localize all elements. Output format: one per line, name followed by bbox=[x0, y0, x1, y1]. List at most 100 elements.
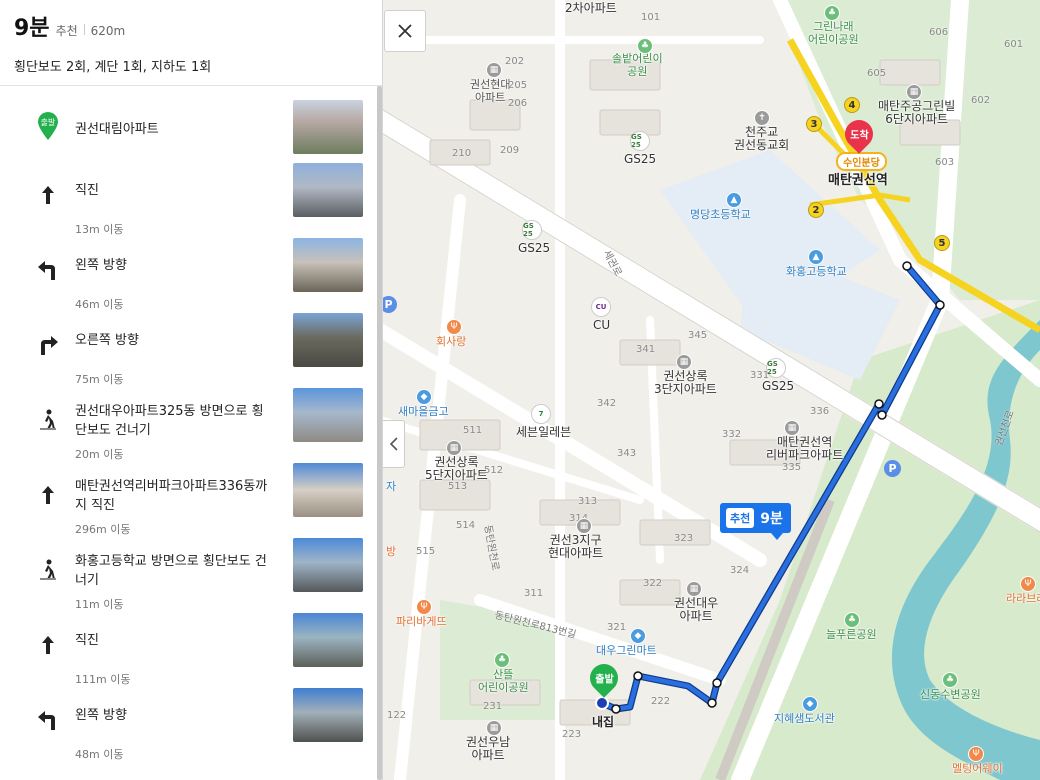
cu-store-icon[interactable]: CU bbox=[591, 297, 611, 317]
scrollbar-thumb[interactable] bbox=[377, 86, 382, 780]
step-distance: 13m 이동 bbox=[75, 223, 124, 236]
map-label-cafe[interactable]: 멜팅어웨이 bbox=[952, 762, 1003, 775]
map-label-park[interactable]: 솔밭어린이 공원 bbox=[612, 52, 663, 78]
map-label-mart[interactable]: 대우그린마트 bbox=[596, 644, 657, 657]
street-view-thumbnail[interactable] bbox=[293, 238, 363, 292]
gs25-icon[interactable]: GS 25 bbox=[766, 358, 786, 378]
gs25-icon[interactable]: GS 25 bbox=[522, 220, 542, 240]
subway-exit-icon[interactable]: 2 bbox=[808, 202, 824, 218]
straight-arrow-icon bbox=[36, 483, 60, 507]
step-distance: 46m 이동 bbox=[75, 298, 124, 311]
apartment-icon[interactable]: ▦ bbox=[906, 84, 922, 100]
start-location-label[interactable]: 내집 bbox=[592, 716, 614, 729]
park-icon[interactable]: ♣ bbox=[637, 38, 653, 54]
map-label-store[interactable]: GS25 bbox=[624, 153, 656, 166]
map-label-apartment[interactable]: 2차아파트 bbox=[565, 2, 617, 15]
bakery-icon[interactable]: Ψ bbox=[1020, 576, 1036, 592]
park-icon[interactable]: ♣ bbox=[494, 652, 510, 668]
route-step[interactable]: 출발 권선대림아파트 bbox=[0, 94, 378, 169]
street-view-thumbnail[interactable] bbox=[293, 163, 363, 217]
route-step[interactable]: 왼쪽 방향 48m 이동 bbox=[0, 688, 378, 763]
church-icon[interactable]: ✝ bbox=[754, 110, 770, 126]
map-label-store[interactable]: GS25 bbox=[762, 380, 794, 393]
mart-icon[interactable]: ◆ bbox=[630, 628, 646, 644]
map-label-park[interactable]: 신동수변공원 bbox=[920, 688, 981, 701]
route-step[interactable]: 오른쪽 방향 75m 이동 bbox=[0, 313, 378, 388]
apartment-icon[interactable]: ▦ bbox=[486, 720, 502, 736]
map-label-restaurant[interactable]: 회사랑 bbox=[436, 335, 466, 348]
seven-eleven-icon[interactable]: 7 bbox=[531, 404, 551, 424]
route-steps-list[interactable]: 출발 권선대림아파트 직진 13m 이동 왼쪽 방향 46m 이동 오른쪽 방향… bbox=[0, 86, 378, 780]
restaurant-icon[interactable]: Ψ bbox=[446, 319, 462, 335]
map-label-station[interactable]: 매탄권선역 bbox=[828, 174, 888, 187]
park-icon[interactable]: ♣ bbox=[942, 672, 958, 688]
block-number: 311 bbox=[524, 588, 544, 599]
map-label-library[interactable]: 지혜샘도서관 bbox=[774, 712, 835, 725]
parking-icon[interactable]: P bbox=[884, 460, 901, 477]
subway-line-tag[interactable]: 수인분당 bbox=[836, 152, 887, 171]
route-step[interactable]: 화홍고등학교 방면으로 횡단보도 건너기 11m 이동 bbox=[0, 538, 378, 613]
map-label-apartment[interactable]: 매탄권선역 리버파크아파트 bbox=[766, 436, 843, 462]
map-label-apartment[interactable]: 권선현대 아파트 bbox=[470, 78, 510, 104]
map-label-church[interactable]: 천주교 권선동교회 bbox=[734, 126, 789, 152]
street-view-thumbnail[interactable] bbox=[293, 538, 363, 592]
chevron-left-icon bbox=[389, 437, 398, 451]
apartment-icon[interactable]: ▦ bbox=[446, 440, 462, 456]
apartment-icon[interactable]: ▦ bbox=[784, 420, 800, 436]
library-icon[interactable]: ◆ bbox=[802, 696, 818, 712]
route-step[interactable]: 직진 13m 이동 bbox=[0, 163, 378, 238]
map-label-park[interactable]: 산뜰 어린이공원 bbox=[478, 668, 529, 694]
map-label-apartment[interactable]: 권선3지구 현대아파트 bbox=[548, 534, 603, 560]
route-step[interactable]: 직진 111m 이동 bbox=[0, 613, 378, 688]
park-icon[interactable]: ♣ bbox=[844, 612, 860, 628]
map-label-school[interactable]: 명당초등학교 bbox=[690, 208, 751, 221]
map-label-park[interactable]: 그린나래 어린이공원 bbox=[808, 20, 859, 46]
collapse-panel-button[interactable] bbox=[383, 420, 405, 468]
park-icon[interactable]: ♣ bbox=[824, 5, 840, 21]
subway-exit-icon[interactable]: 3 bbox=[806, 116, 822, 132]
block-number: 606 bbox=[929, 27, 949, 38]
apartment-icon[interactable]: ▦ bbox=[576, 518, 592, 534]
map-label-apartment[interactable]: 권선상록 5단지아파트 bbox=[425, 456, 488, 482]
map-label-bakery[interactable]: 라라브레 bbox=[1006, 592, 1040, 605]
subway-exit-icon[interactable]: 4 bbox=[844, 97, 860, 113]
map-label-school[interactable]: 화홍고등학교 bbox=[786, 265, 847, 278]
block-number: 335 bbox=[782, 462, 802, 473]
street-view-thumbnail[interactable] bbox=[293, 463, 363, 517]
apartment-icon[interactable]: ▦ bbox=[676, 354, 692, 370]
bakery-icon[interactable]: Ψ bbox=[416, 599, 432, 615]
route-distance: 620m bbox=[90, 24, 126, 38]
step-distance: 111m 이동 bbox=[75, 673, 131, 686]
street-view-thumbnail[interactable] bbox=[293, 388, 363, 442]
cafe-icon[interactable]: Ψ bbox=[968, 746, 984, 762]
apartment-icon[interactable]: ▦ bbox=[486, 62, 502, 78]
steps-scrollbar[interactable] bbox=[377, 86, 382, 780]
map-label-apartment[interactable]: 권선대우 아파트 bbox=[674, 597, 718, 623]
school-icon[interactable]: ▲ bbox=[808, 249, 824, 265]
map-label-park[interactable]: 늘푸른공원 bbox=[826, 628, 877, 641]
map-label-apartment[interactable]: 매탄주공그린빌 6단지아파트 bbox=[878, 100, 955, 126]
route-time-badge[interactable]: 추천 9분 bbox=[720, 503, 791, 540]
street-view-thumbnail[interactable] bbox=[293, 100, 363, 154]
step-distance: 11m 이동 bbox=[75, 598, 124, 611]
map-label-apartment[interactable]: 권선우남 아파트 bbox=[466, 736, 510, 762]
route-step[interactable]: 매탄권선역리버파크아파트336동까지 직진 296m 이동 bbox=[0, 463, 378, 538]
map-label-apartment[interactable]: 권선상록 3단지아파트 bbox=[654, 370, 717, 396]
map-label-store[interactable]: GS25 bbox=[518, 242, 550, 255]
bank-icon[interactable]: ◆ bbox=[416, 389, 432, 405]
school-icon[interactable]: ▲ bbox=[726, 192, 742, 208]
street-view-thumbnail[interactable] bbox=[293, 313, 363, 367]
subway-exit-icon[interactable]: 5 bbox=[934, 235, 950, 251]
apartment-icon[interactable]: ▦ bbox=[686, 581, 702, 597]
close-button[interactable] bbox=[384, 10, 426, 52]
map-label-store[interactable]: 세븐일레븐 bbox=[516, 426, 571, 439]
street-view-thumbnail[interactable] bbox=[293, 613, 363, 667]
route-step[interactable]: 권선대우아파트325동 방면으로 횡단보도 건너기 20m 이동 bbox=[0, 388, 378, 463]
gs25-icon[interactable]: GS 25 bbox=[630, 131, 650, 151]
map-label-bakery[interactable]: 파리바게뜨 bbox=[396, 615, 447, 628]
map-label-bank[interactable]: 새마을금고 bbox=[398, 405, 449, 418]
map-label-store[interactable]: CU bbox=[593, 319, 610, 332]
block-number: 601 bbox=[1004, 39, 1024, 50]
street-view-thumbnail[interactable] bbox=[293, 688, 363, 742]
route-step[interactable]: 왼쪽 방향 46m 이동 bbox=[0, 238, 378, 313]
